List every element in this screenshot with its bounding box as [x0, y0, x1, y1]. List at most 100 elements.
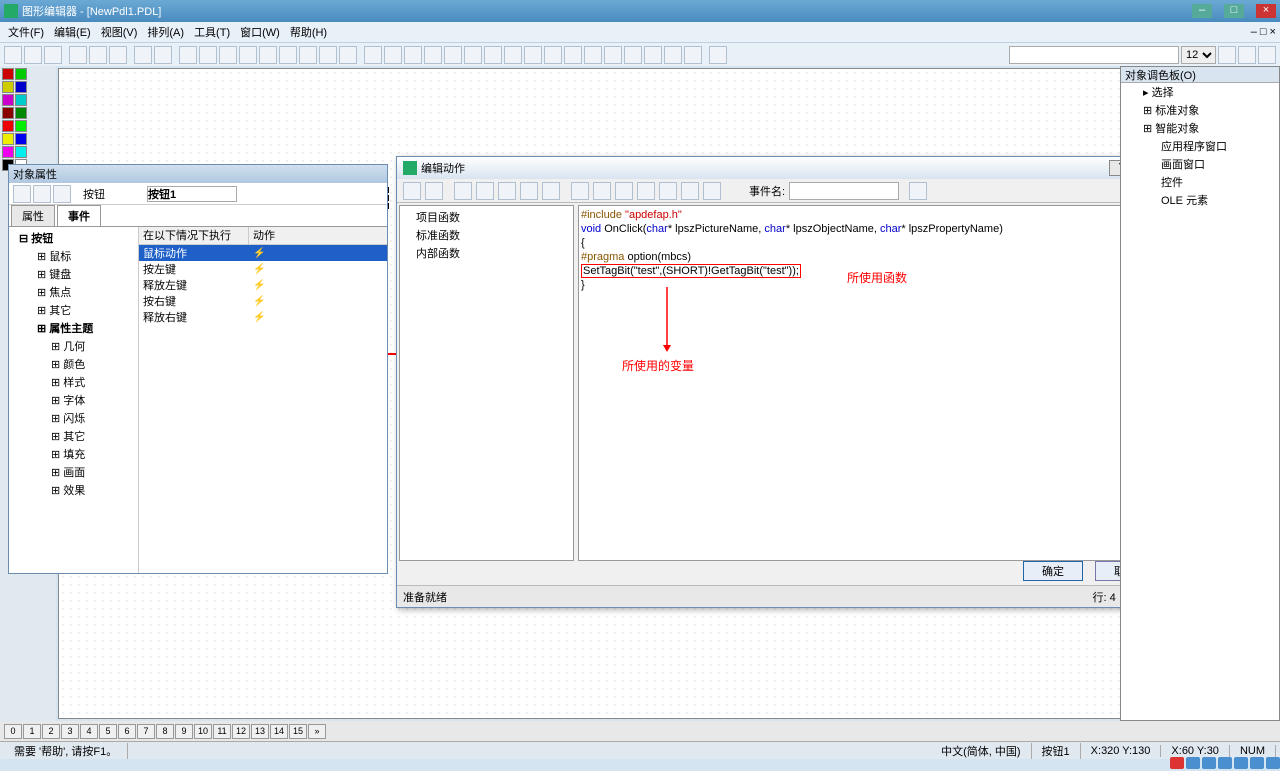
undo-button[interactable]: [134, 46, 152, 64]
tool-btn[interactable]: [504, 46, 522, 64]
tool-btn[interactable]: [1258, 46, 1276, 64]
palette-item[interactable]: ▸ 选择: [1121, 83, 1279, 101]
tree-item[interactable]: ⊟ 按钮: [11, 229, 136, 247]
tool-btn[interactable]: [484, 46, 502, 64]
font-size-combo[interactable]: 12: [1181, 46, 1216, 64]
action-tool[interactable]: [681, 182, 699, 200]
cut-button[interactable]: [69, 46, 87, 64]
tool-btn[interactable]: [199, 46, 217, 64]
menu-window[interactable]: 窗口(W): [236, 24, 284, 40]
tree-item[interactable]: ⊞ 键盘: [11, 265, 136, 283]
tree-item[interactable]: ⊞ 效果: [11, 481, 136, 499]
layer-button[interactable]: 14: [270, 724, 288, 739]
color-swatch[interactable]: [15, 107, 27, 119]
color-swatch[interactable]: [2, 120, 14, 132]
clock-icon[interactable]: [909, 182, 927, 200]
tray-icon[interactable]: [1170, 757, 1184, 769]
tray-icon[interactable]: [1218, 757, 1232, 769]
layer-button[interactable]: 11: [213, 724, 231, 739]
tool-btn[interactable]: [464, 46, 482, 64]
zoom-out-button[interactable]: [384, 46, 402, 64]
color-swatch[interactable]: [15, 133, 27, 145]
font-combo[interactable]: [1009, 46, 1179, 64]
tool-btn[interactable]: [404, 46, 422, 64]
tree-item[interactable]: ⊞ 其它: [11, 427, 136, 445]
color-swatch[interactable]: [2, 146, 14, 158]
copy-button[interactable]: [89, 46, 107, 64]
ok-button[interactable]: 确定: [1023, 561, 1083, 581]
layer-button[interactable]: 6: [118, 724, 136, 739]
tool-btn[interactable]: [259, 46, 277, 64]
palette-item[interactable]: 控件: [1121, 173, 1279, 191]
tray-icon[interactable]: [1266, 757, 1280, 769]
tool-btn[interactable]: [279, 46, 297, 64]
tool-btn[interactable]: [564, 46, 582, 64]
tool-btn[interactable]: [424, 46, 442, 64]
tree-item[interactable]: ⊞ 属性主题: [11, 319, 136, 337]
menu-tools[interactable]: 工具(T): [190, 24, 234, 40]
tool-btn[interactable]: [604, 46, 622, 64]
close-button[interactable]: ×: [1256, 4, 1276, 18]
tray-icon[interactable]: [1234, 757, 1248, 769]
layer-button[interactable]: 1: [23, 724, 41, 739]
action-tool[interactable]: [637, 182, 655, 200]
minimize-button[interactable]: –: [1192, 4, 1212, 18]
event-row[interactable]: 按左键⚡: [139, 261, 387, 277]
action-tool[interactable]: [615, 182, 633, 200]
tool-btn[interactable]: [664, 46, 682, 64]
tool-btn[interactable]: [219, 46, 237, 64]
event-row[interactable]: 鼠标动作⚡: [139, 245, 387, 261]
color-swatch[interactable]: [2, 94, 14, 106]
tree-item[interactable]: ⊞ 样式: [11, 373, 136, 391]
tree-item[interactable]: ⊞ 闪烁: [11, 409, 136, 427]
fn-project[interactable]: 项目函数: [402, 208, 571, 226]
palette-item[interactable]: 应用程序窗口: [1121, 137, 1279, 155]
tray-icon[interactable]: [1202, 757, 1216, 769]
action-tool[interactable]: [593, 182, 611, 200]
layer-button[interactable]: 5: [99, 724, 117, 739]
tree-item[interactable]: ⊞ 鼠标: [11, 247, 136, 265]
layer-button[interactable]: 10: [194, 724, 212, 739]
print-button[interactable]: [179, 46, 197, 64]
function-tree[interactable]: 项目函数 标准函数 内部函数: [399, 205, 574, 561]
layer-button[interactable]: 9: [175, 724, 193, 739]
action-tool[interactable]: [703, 182, 721, 200]
color-swatch[interactable]: [2, 81, 14, 93]
fn-internal[interactable]: 内部函数: [402, 244, 571, 262]
event-name-input[interactable]: [789, 182, 899, 200]
object-name-input[interactable]: [147, 186, 237, 202]
undo-icon[interactable]: [571, 182, 589, 200]
color-swatch[interactable]: [2, 133, 14, 145]
tree-item[interactable]: ⊞ 其它: [11, 301, 136, 319]
open-button[interactable]: [24, 46, 42, 64]
tool-btn[interactable]: [1238, 46, 1256, 64]
tool-btn[interactable]: [319, 46, 337, 64]
tool-btn[interactable]: [584, 46, 602, 64]
color-swatch[interactable]: [15, 94, 27, 106]
layer-button[interactable]: 2: [42, 724, 60, 739]
tree-item[interactable]: ⊞ 几何: [11, 337, 136, 355]
menu-edit[interactable]: 编辑(E): [50, 24, 95, 40]
tree-item[interactable]: ⊞ 画面: [11, 463, 136, 481]
paste-icon[interactable]: [498, 182, 516, 200]
color-swatch[interactable]: [15, 81, 27, 93]
tree-item[interactable]: ⊞ 字体: [11, 391, 136, 409]
zoom-in-button[interactable]: [364, 46, 382, 64]
layer-button[interactable]: 13: [251, 724, 269, 739]
tray-icon[interactable]: [1250, 757, 1264, 769]
event-row[interactable]: 按右键⚡: [139, 293, 387, 309]
tool-btn[interactable]: [444, 46, 462, 64]
tool-btn[interactable]: [684, 46, 702, 64]
props-tool[interactable]: [13, 185, 31, 203]
tool-btn[interactable]: [524, 46, 542, 64]
layer-button[interactable]: »: [308, 724, 326, 739]
layer-button[interactable]: 4: [80, 724, 98, 739]
color-swatch[interactable]: [15, 68, 27, 80]
layer-button[interactable]: 7: [137, 724, 155, 739]
tree-item[interactable]: ⊞ 焦点: [11, 283, 136, 301]
tray-icon[interactable]: [1186, 757, 1200, 769]
layer-button[interactable]: 15: [289, 724, 307, 739]
layer-button[interactable]: 8: [156, 724, 174, 739]
palette-item[interactable]: 画面窗口: [1121, 155, 1279, 173]
tab-events[interactable]: 事件: [57, 205, 101, 226]
